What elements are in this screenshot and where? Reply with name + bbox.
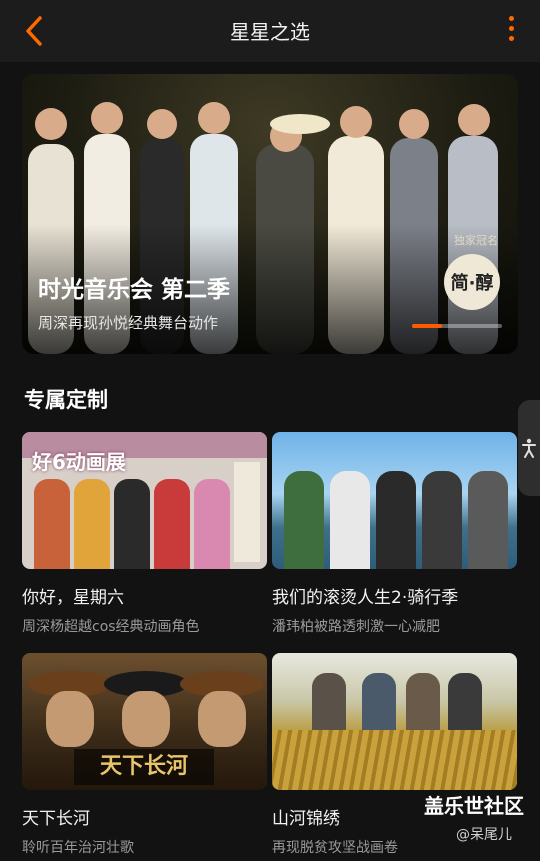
card-subtitle: 周深杨超越cos经典动画角色 <box>22 619 200 635</box>
card-thumbnail: 天下长河 <box>22 653 267 790</box>
thumb-text: 天下长河 <box>74 749 214 785</box>
thumb-text: 好6动画展 <box>32 450 126 474</box>
more-vertical-icon <box>508 16 514 21</box>
sponsor-logo: 简·醇 <box>444 254 500 310</box>
watermark-text: 盖乐世社区 <box>424 794 524 818</box>
banner-title: 时光音乐会 第二季 <box>38 277 231 303</box>
card-title: 我们的滚烫人生2·骑行季 <box>272 588 459 608</box>
sponsor-tag: 独家冠名 <box>454 234 498 247</box>
page-title: 星星之选 <box>230 20 310 44</box>
carousel-indicator-active <box>412 324 442 328</box>
section-title: 专属定制 <box>24 388 108 412</box>
more-options-button[interactable] <box>506 16 516 44</box>
card-thumbnail: 好6动画展 <box>22 432 267 569</box>
accessibility-icon <box>522 438 536 458</box>
top-app-bar: 星星之选 <box>0 0 540 62</box>
program-card[interactable]: 好6动画展 你好，星期六 周深杨超越cos经典动画角色 <box>22 432 267 636</box>
watermark-author: @呆尾儿 <box>456 827 512 843</box>
featured-banner[interactable]: 时光音乐会 第二季 周深再现孙悦经典舞台动作 独家冠名 简·醇 <box>22 74 518 354</box>
card-thumbnail <box>272 653 517 790</box>
carousel-indicator <box>412 324 502 328</box>
program-card[interactable]: 天下长河 天下长河 聆听百年治河壮歌 <box>22 653 267 857</box>
card-title: 天下长河 <box>22 809 90 829</box>
card-title: 你好，星期六 <box>22 588 124 608</box>
accessibility-side-tab[interactable] <box>518 400 540 496</box>
card-subtitle: 潘玮柏被路透刺激一心减肥 <box>272 619 440 635</box>
program-card[interactable]: 我们的滚烫人生2·骑行季 潘玮柏被路透刺激一心减肥 <box>272 432 517 636</box>
card-subtitle: 聆听百年治河壮歌 <box>22 840 134 856</box>
banner-subtitle: 周深再现孙悦经典舞台动作 <box>38 314 219 332</box>
card-thumbnail <box>272 432 517 569</box>
